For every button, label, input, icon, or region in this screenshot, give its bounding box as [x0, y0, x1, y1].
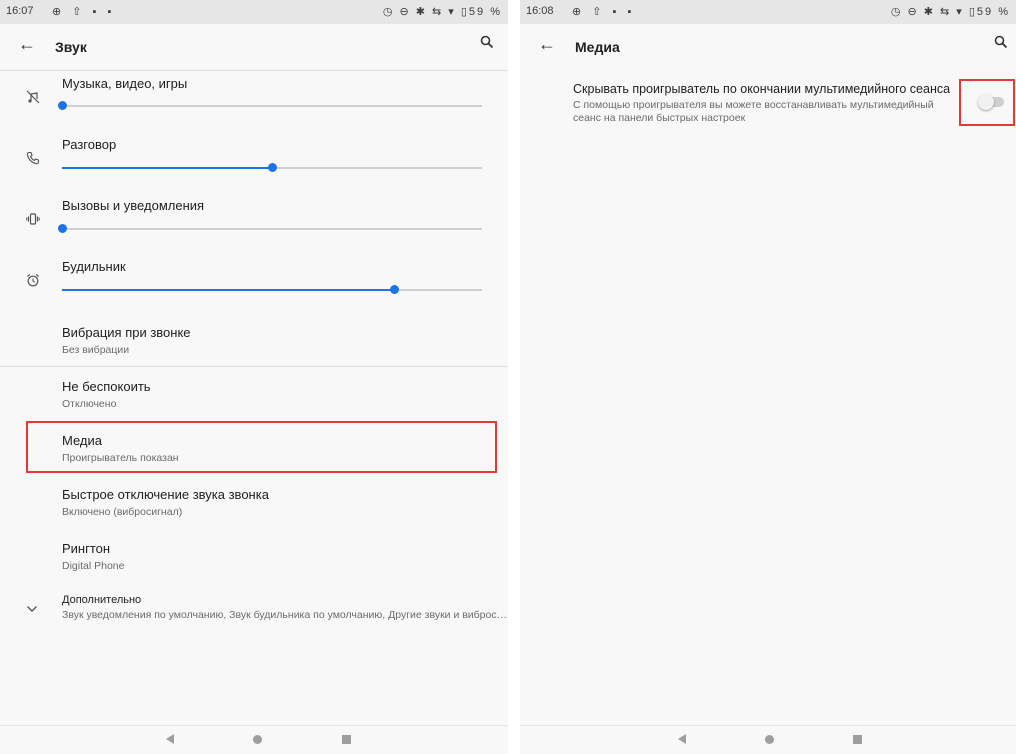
volume-alarm-row: Будильник	[0, 255, 508, 316]
toggle-highlight-box	[959, 79, 1015, 126]
slider-thumb[interactable]	[268, 163, 277, 172]
status-bar: 16:07 ⊕ ⇧ ▪ ▪ ◷ ⊖ ✱ ⇆ ▾ ▯59 %	[0, 0, 508, 24]
nav-recent-icon[interactable]	[853, 735, 862, 744]
chevron-down-icon[interactable]	[26, 600, 38, 618]
volume-alarm-slider[interactable]	[62, 285, 482, 294]
slider-thumb[interactable]	[58, 101, 67, 110]
slider-thumb[interactable]	[389, 285, 399, 294]
item-subtitle: Digital Phone	[62, 560, 125, 572]
search-icon[interactable]	[480, 35, 494, 54]
item-subtitle: Звук уведомления по умолчанию, Звук буди…	[62, 609, 508, 621]
volume-ring-slider[interactable]	[58, 224, 482, 233]
nav-home-icon[interactable]	[765, 735, 774, 744]
search-icon[interactable]	[994, 35, 1008, 54]
item-subtitle: Включено (вибросигнал)	[62, 506, 183, 518]
item-title: Рингтон	[62, 541, 111, 556]
nav-back-icon[interactable]	[678, 734, 686, 744]
nav-recent-icon[interactable]	[342, 735, 351, 744]
divider	[0, 366, 508, 367]
setting-title: Скрывать проигрыватель по окончании муль…	[573, 82, 951, 96]
status-bar: 16:08 ⊕ ⇧ ▪ ▪ ◷ ⊖ ✱ ⇆ ▾ ▯59 %	[520, 0, 1016, 24]
phone-icon	[24, 151, 42, 169]
volume-call-slider[interactable]	[62, 163, 482, 172]
page-title: Медиа	[575, 39, 620, 55]
navigation-bar	[0, 725, 508, 754]
volume-label: Музыка, видео, игры	[62, 76, 188, 91]
item-subtitle: Отключено	[62, 398, 117, 410]
item-title: Быстрое отключение звука звонка	[62, 487, 269, 502]
list-item-advanced[interactable]: Дополнительно Звук уведомления по умолча…	[62, 594, 508, 621]
status-time: 16:08	[526, 5, 554, 17]
volume-label: Вызовы и уведомления	[62, 198, 205, 213]
back-arrow-icon[interactable]: ←	[538, 34, 556, 55]
status-right-icons: ◷ ⊖ ✱ ⇆ ▾ ▯59 %	[890, 6, 1010, 18]
music-off-icon	[24, 90, 42, 108]
item-title: Вибрация при звонке	[62, 325, 191, 340]
volume-media-row: Музыка, видео, игры	[0, 72, 508, 133]
item-title: Дополнительно	[62, 594, 142, 606]
status-time: 16:07	[6, 5, 34, 17]
list-item-vibration[interactable]: Вибрация при звонке Без вибрации	[62, 325, 498, 356]
list-item-do-not-disturb[interactable]: Не беспокоить Отключено	[62, 379, 498, 410]
media-settings-screen: 16:08 ⊕ ⇧ ▪ ▪ ◷ ⊖ ✱ ⇆ ▾ ▯59 % ← Медиа Ск…	[520, 0, 1016, 754]
slider-thumb[interactable]	[58, 224, 67, 233]
volume-ring-row: Вызовы и уведомления	[0, 194, 508, 255]
list-item-mute-shortcut[interactable]: Быстрое отключение звука звонка Включено…	[62, 487, 498, 518]
list-item-ringtone[interactable]: Рингтон Digital Phone	[62, 541, 498, 572]
media-highlight-box	[26, 421, 497, 473]
app-bar: ← Медиа	[520, 24, 1016, 70]
navigation-bar	[520, 725, 1016, 754]
volume-call-row: Разговор	[0, 133, 508, 194]
notification-icons: ⊕ ⇧ ▪ ▪	[572, 6, 636, 18]
hide-player-setting[interactable]: Скрывать проигрыватель по окончании муль…	[573, 82, 963, 125]
status-right-icons: ◷ ⊖ ✱ ⇆ ▾ ▯59 %	[382, 6, 502, 18]
nav-home-icon[interactable]	[253, 735, 262, 744]
notification-icons: ⊕ ⇧ ▪ ▪	[52, 6, 116, 18]
alarm-icon	[24, 273, 42, 291]
volume-label: Будильник	[62, 259, 126, 274]
sound-settings-screen: 16:07 ⊕ ⇧ ▪ ▪ ◷ ⊖ ✱ ⇆ ▾ ▯59 % ← Звук Муз…	[0, 0, 508, 754]
volume-media-slider[interactable]	[58, 101, 482, 110]
vibrate-icon	[24, 212, 42, 230]
volume-label: Разговор	[62, 137, 117, 152]
app-bar: ← Звук	[0, 24, 508, 71]
nav-back-icon[interactable]	[166, 734, 174, 744]
back-arrow-icon[interactable]: ←	[18, 34, 36, 55]
item-title: Не беспокоить	[62, 379, 151, 394]
item-subtitle: Без вибрации	[62, 344, 130, 356]
page-title: Звук	[55, 39, 87, 55]
setting-description: С помощью проигрывателя вы можете восста…	[573, 99, 934, 124]
